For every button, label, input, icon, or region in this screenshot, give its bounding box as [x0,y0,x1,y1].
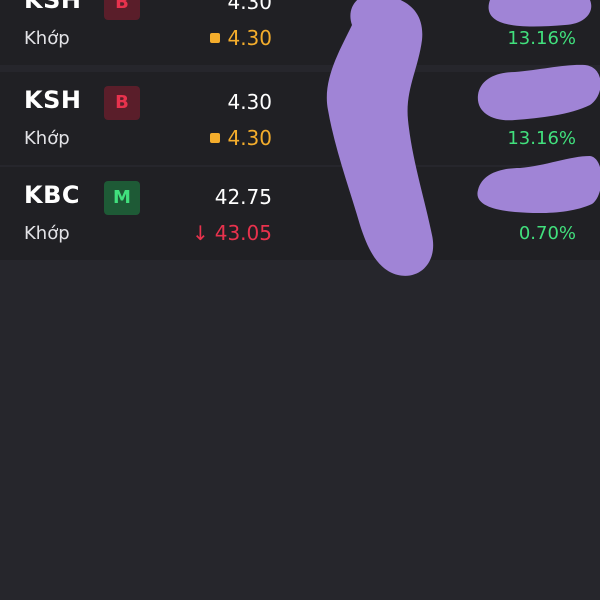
change-percent: 0.70% [518,223,576,244]
ticker-symbol: KSH [24,0,82,14]
order-status: Khớp [24,28,70,49]
order-status: Khớp [24,128,70,149]
buy-badge: B [104,0,140,20]
matched-price: ↓ 43.05 [192,220,272,246]
stock-row[interactable]: KSH B 4.30 Khớp 4.30 13.16% [0,0,600,65]
ticker-symbol: KBC [24,181,81,209]
change-percent: 13.16% [507,128,576,149]
matched-price: 4.30 [210,25,272,51]
last-price: 42.75 [214,185,272,209]
ticker-symbol: KSH [24,86,82,114]
square-dot-icon [210,33,221,43]
matched-price-value: 4.30 [227,126,272,150]
last-price: 4.30 [227,90,272,114]
last-price: 4.30 [227,0,272,14]
order-status: Khớp [24,223,70,244]
margin-badge: M [104,181,140,215]
stock-list-screen: KSH B 4.30 Khớp 4.30 13.16% KSH B 4.30 K… [0,0,600,600]
square-dot-icon [210,133,221,143]
matched-price-value: 43.05 [214,221,272,245]
matched-price: 4.30 [210,125,272,151]
matched-price-value: 4.30 [227,26,272,50]
stock-row[interactable]: KBC M 42.75 Khớp ↓ 43.05 0.70% [0,167,600,260]
arrow-down-icon: ↓ [191,221,209,245]
change-percent: 13.16% [507,28,576,49]
buy-badge: B [104,86,140,120]
stock-row[interactable]: KSH B 4.30 Khớp 4.30 13.16% [0,72,600,165]
